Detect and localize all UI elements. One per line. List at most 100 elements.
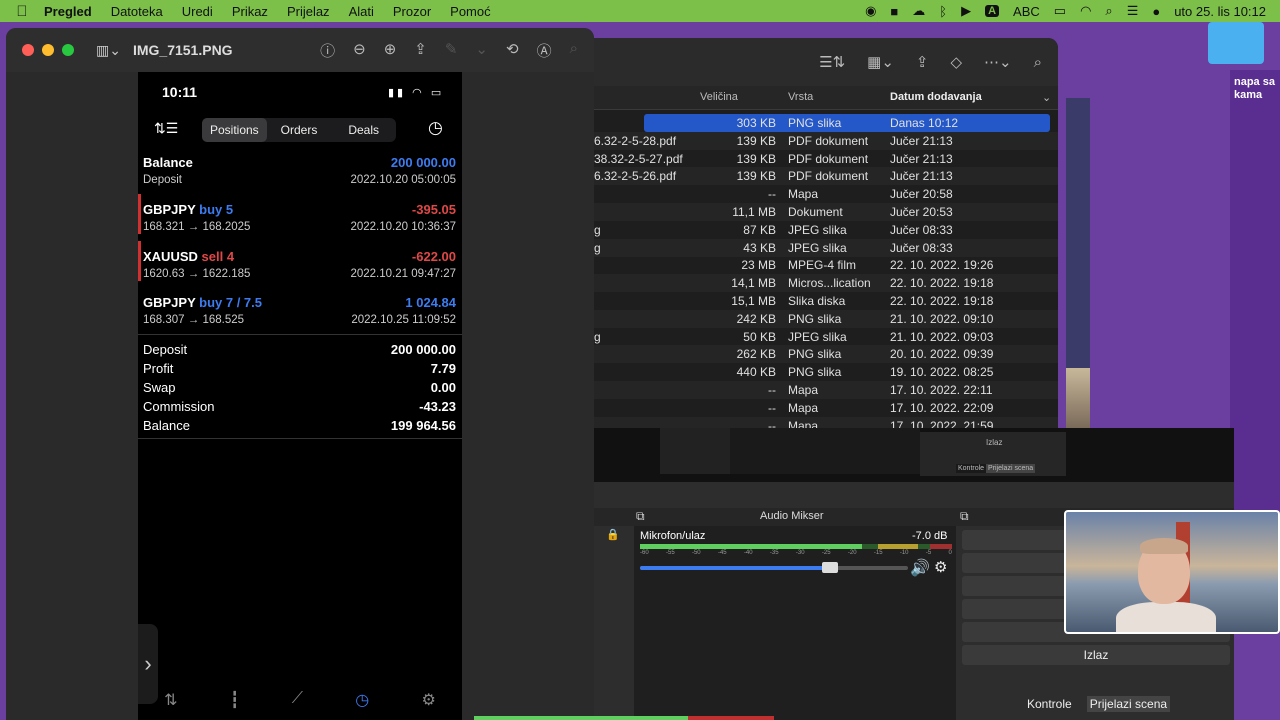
siri-icon[interactable]: ●: [1152, 4, 1160, 19]
record-icon[interactable]: ■: [890, 4, 898, 19]
apple-icon[interactable]: : [0, 3, 44, 20]
sidebar-toggle-icon[interactable]: ▥⌄: [96, 42, 121, 59]
play-icon[interactable]: ▶: [961, 3, 971, 19]
tab-kontrole[interactable]: Kontrole: [1024, 696, 1075, 712]
meter-tick: -45: [717, 550, 727, 556]
finder-row[interactable]: 262 KB PNG slika 20. 10. 2022. 09:39: [594, 345, 1058, 364]
file-kind: Dokument: [788, 205, 843, 219]
tab-positions[interactable]: Positions: [202, 118, 267, 142]
chevron-down-icon[interactable]: ⌄: [1042, 91, 1051, 104]
menu-pomoc[interactable]: Pomoć: [450, 4, 490, 19]
undock-icon[interactable]: ⧉: [960, 509, 969, 524]
tab-deals[interactable]: Deals: [331, 118, 396, 142]
rotate-icon[interactable]: ⟲: [506, 40, 519, 61]
slider-knob[interactable]: [822, 562, 838, 573]
markup-icon[interactable]: ✎: [445, 40, 458, 61]
file-size: 139 KB: [736, 151, 776, 166]
finder-row[interactable]: -- Mapa 17. 10. 2022. 22:11: [594, 381, 1058, 399]
annotate-icon[interactable]: Ⓐ: [537, 40, 552, 61]
clock-icon[interactable]: ◷: [428, 118, 443, 138]
share-icon[interactable]: ⇪: [916, 53, 929, 71]
chart-icon[interactable]: ┇: [230, 690, 240, 710]
finder-row[interactable]: g 43 KB JPEG slika Jučer 08:33: [594, 238, 1058, 257]
person-body: [1116, 602, 1216, 632]
finder-row[interactable]: -- Mapa Jučer 20:58: [594, 185, 1058, 203]
finder-row[interactable]: 11,1 MB Dokument Jučer 20:53: [594, 203, 1058, 221]
battery-icon[interactable]: ▭: [1054, 3, 1066, 19]
zoom-out-icon[interactable]: ⊖: [353, 40, 366, 61]
finder-row[interactable]: 440 KB PNG slika 19. 10. 2022. 08:25: [594, 363, 1058, 381]
menu-datoteka[interactable]: Datoteka: [111, 4, 163, 19]
search-icon[interactable]: ⌕: [1105, 3, 1112, 19]
finder-row[interactable]: 15,1 MB Slika diska 22. 10. 2022. 19:18: [594, 292, 1058, 310]
file-size: 50 KB: [743, 329, 776, 344]
finder-toolbar: ☰⇅ ▦⌄ ⇪ ◇ ⋯⌄ ⌕: [594, 38, 1058, 86]
gear-icon[interactable]: ⚙: [934, 558, 947, 576]
quotes-icon[interactable]: ⇅: [164, 690, 177, 710]
folder-icon[interactable]: [1208, 22, 1264, 64]
finder-row[interactable]: g 87 KB JPEG slika Jučer 08:33: [594, 221, 1058, 239]
lock-icon[interactable]: 🔒: [606, 528, 620, 541]
menu-app-name[interactable]: Pregled: [44, 4, 92, 19]
exit-button[interactable]: Izlaz: [962, 645, 1230, 665]
finder-row[interactable]: 6.32-2-5-28.pdf 139 KB PDF dokument Jučer 2…: [594, 131, 1058, 150]
obs-status-icon[interactable]: ◉: [865, 3, 876, 19]
more-actions-icon[interactable]: ⋯⌄: [984, 53, 1012, 71]
file-date: 21. 10. 2022. 09:10: [890, 311, 994, 326]
file-size: 11,1 MB: [732, 205, 776, 219]
tab-prijelazi-scena[interactable]: Prijelazi scena: [1086, 696, 1171, 712]
share-icon[interactable]: ⇪: [414, 40, 427, 61]
trade-icon[interactable]: ⟋: [292, 690, 303, 710]
position-symbol[interactable]: GBPJPY buy 7 / 7.5: [143, 295, 262, 310]
minimize-button[interactable]: [42, 44, 54, 56]
menu-prijelaz[interactable]: Prijelaz: [287, 4, 330, 19]
settings-icon[interactable]: ⚙: [421, 690, 435, 710]
group-icon[interactable]: ▦⌄: [867, 53, 894, 71]
column-size[interactable]: Veličina: [700, 91, 738, 103]
volume-slider[interactable]: [640, 562, 908, 573]
chevron-down-icon[interactable]: ⌄: [475, 40, 488, 61]
control-center-icon[interactable]: ☰: [1127, 3, 1139, 19]
zoom-in-icon[interactable]: ⊕: [384, 40, 397, 61]
position-symbol[interactable]: GBPJPY buy 5: [143, 202, 233, 217]
file-kind: Mapa: [788, 400, 819, 415]
menu-uredi[interactable]: Uredi: [182, 4, 213, 19]
finder-row[interactable]: g 50 KB JPEG slika 21. 10. 2022. 09:03: [594, 328, 1058, 346]
finder-row[interactable]: 23 MB MPEG-4 film 22. 10. 2022. 19:26: [594, 256, 1058, 274]
search-icon[interactable]: ⌕: [1034, 54, 1042, 71]
list-view-icon[interactable]: ☰⇅: [819, 53, 845, 71]
menu-prozor[interactable]: Prozor: [393, 4, 431, 19]
chevron-right-icon[interactable]: ›: [138, 624, 158, 704]
input-source-label[interactable]: ABC: [1013, 4, 1040, 19]
menu-prikaz[interactable]: Prikaz: [232, 4, 268, 19]
close-button[interactable]: [22, 44, 34, 56]
finder-row[interactable]: -- Mapa 17. 10. 2022. 21:59: [594, 416, 1058, 428]
column-date-added[interactable]: Datum dodavanja: [890, 91, 982, 103]
search-icon[interactable]: ⌕: [570, 40, 578, 61]
menu-clock[interactable]: uto 25. lis 10:12: [1174, 4, 1266, 19]
finder-row[interactable]: 303 KB PNG slika Danas 10:12: [644, 114, 1050, 132]
cloud-icon[interactable]: ☁: [912, 3, 925, 19]
speaker-icon[interactable]: 🔊: [910, 558, 930, 578]
bluetooth-icon[interactable]: ᛒ: [939, 4, 947, 19]
tag-icon[interactable]: ◇: [950, 53, 962, 71]
column-kind[interactable]: Vrsta: [788, 91, 813, 103]
divider: [138, 334, 462, 335]
finder-row[interactable]: -- Mapa 17. 10. 2022. 22:09: [594, 399, 1058, 417]
input-source-icon[interactable]: A: [985, 5, 1000, 17]
finder-row[interactable]: 14,1 MB Micros...lication 22. 10. 2022. 19…: [594, 274, 1058, 293]
finder-row[interactable]: 38.32-2-5-27.pdf 139 KB PDF dokument Jučer …: [594, 150, 1058, 168]
position-symbol[interactable]: XAUUSD sell 4: [143, 249, 234, 264]
tab-orders[interactable]: Orders: [267, 118, 332, 142]
info-icon[interactable]: ⓘ: [320, 40, 335, 61]
menu-alati[interactable]: Alati: [349, 4, 374, 19]
undock-icon[interactable]: ⧉: [636, 509, 645, 524]
history-icon[interactable]: ◷: [355, 690, 369, 710]
finder-row[interactable]: 242 KB PNG slika 21. 10. 2022. 09:10: [594, 309, 1058, 328]
sort-icon[interactable]: ⇅☰: [154, 120, 178, 137]
zoom-button[interactable]: [62, 44, 74, 56]
meter-tick: -60: [640, 550, 649, 556]
wifi-icon[interactable]: ◠: [1080, 3, 1091, 19]
finder-row[interactable]: 6.32-2-5-26.pdf 139 KB PDF dokument Jučer 2…: [594, 167, 1058, 186]
file-name: 6.32-2-5-28.pdf: [594, 133, 677, 148]
